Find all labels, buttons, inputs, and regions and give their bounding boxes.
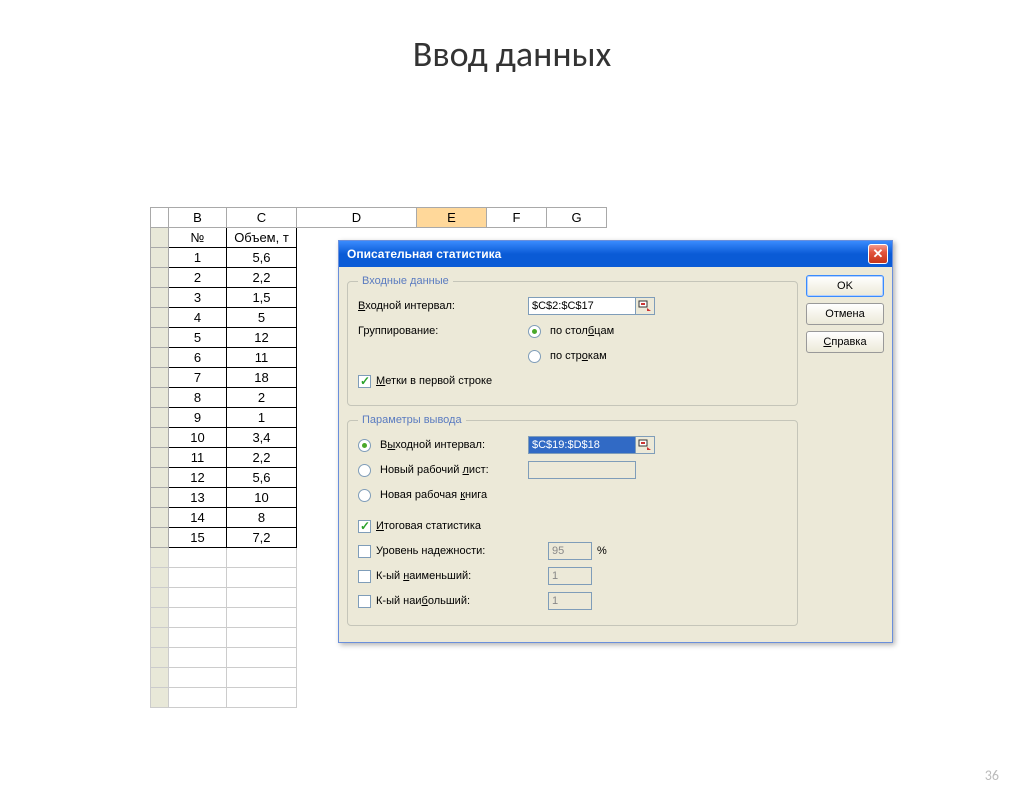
grouping-label: Группирование:: [358, 325, 528, 337]
cell-C[interactable]: 12: [227, 328, 297, 348]
kth-largest-field: [548, 592, 592, 610]
cell-B[interactable]: 9: [169, 408, 227, 428]
cell-B[interactable]: 7: [169, 368, 227, 388]
cell-B[interactable]: 14: [169, 508, 227, 528]
cell-C[interactable]: 8: [227, 508, 297, 528]
input-range-label: Входной интервал:: [358, 300, 528, 312]
cell-B[interactable]: 10: [169, 428, 227, 448]
confidence-field: [548, 542, 592, 560]
confidence-unit: %: [597, 545, 607, 557]
by-columns-label: по столбцам: [550, 325, 614, 337]
cell-C[interactable]: 1: [227, 408, 297, 428]
cell-C[interactable]: 5,6: [227, 248, 297, 268]
range-picker-icon: [638, 439, 652, 451]
labels-first-row-checkbox[interactable]: [358, 375, 371, 388]
cell-C[interactable]: 2,2: [227, 448, 297, 468]
output-group-legend: Параметры вывода: [358, 414, 466, 426]
cell-B[interactable]: 1: [169, 248, 227, 268]
output-range-picker-button[interactable]: [635, 436, 655, 454]
output-range-field[interactable]: [528, 436, 636, 454]
input-group-legend: Входные данные: [358, 275, 453, 287]
header-B[interactable]: №: [169, 228, 227, 248]
kth-smallest-label: К-ый наименьший:: [376, 570, 471, 582]
cell-C[interactable]: 11: [227, 348, 297, 368]
labels-first-row-label: Метки в первой строке: [376, 375, 492, 387]
summary-stats-checkbox[interactable]: [358, 520, 371, 533]
kth-largest-label: К-ый наибольший:: [376, 595, 470, 607]
new-workbook-label: Новая рабочая книга: [380, 489, 487, 501]
confidence-label: Уровень надежности:: [376, 545, 485, 557]
kth-largest-checkbox[interactable]: [358, 595, 371, 608]
cell-B[interactable]: 4: [169, 308, 227, 328]
by-columns-radio[interactable]: [528, 325, 541, 338]
page-number: 36: [985, 767, 999, 784]
confidence-checkbox[interactable]: [358, 545, 371, 558]
output-range-radio[interactable]: [358, 439, 371, 452]
cell-B[interactable]: 11: [169, 448, 227, 468]
kth-smallest-checkbox[interactable]: [358, 570, 371, 583]
cell-B[interactable]: 3: [169, 288, 227, 308]
by-rows-radio[interactable]: [528, 350, 541, 363]
col-header-B[interactable]: B: [169, 208, 227, 228]
input-data-group: Входные данные Входной интервал: Группир…: [347, 275, 798, 406]
cell-C[interactable]: 1,5: [227, 288, 297, 308]
col-header-D[interactable]: D: [297, 208, 417, 228]
ok-button[interactable]: OK: [806, 275, 884, 297]
cell-B[interactable]: 2: [169, 268, 227, 288]
help-button[interactable]: Справка: [806, 331, 884, 353]
col-header-E[interactable]: E: [417, 208, 487, 228]
descriptive-statistics-dialog: Описательная статистика ✕ Входные данные…: [338, 240, 893, 643]
summary-stats-label: Итоговая статистика: [376, 520, 481, 532]
slide-title: Ввод данных: [0, 32, 1024, 76]
close-button[interactable]: ✕: [868, 244, 888, 264]
header-C[interactable]: Объем, т: [227, 228, 297, 248]
range-picker-icon: [638, 300, 652, 312]
dialog-titlebar[interactable]: Описательная статистика ✕: [339, 241, 892, 267]
cell-C[interactable]: 5,6: [227, 468, 297, 488]
input-range-picker-button[interactable]: [635, 297, 655, 315]
cancel-button[interactable]: Отмена: [806, 303, 884, 325]
col-header-G[interactable]: G: [547, 208, 607, 228]
cell-C[interactable]: 3,4: [227, 428, 297, 448]
kth-smallest-field: [548, 567, 592, 585]
column-headers-row: B C D E F G: [151, 208, 607, 228]
cell-B[interactable]: 8: [169, 388, 227, 408]
new-worksheet-label: Новый рабочий лист:: [380, 464, 489, 476]
new-workbook-radio[interactable]: [358, 489, 371, 502]
output-range-label: Выходной интервал:: [380, 439, 485, 451]
new-worksheet-radio[interactable]: [358, 464, 371, 477]
cell-C[interactable]: 7,2: [227, 528, 297, 548]
input-range-field[interactable]: [528, 297, 636, 315]
cell-B[interactable]: 5: [169, 328, 227, 348]
output-options-group: Параметры вывода Выходной интервал: Новы…: [347, 414, 798, 626]
cell-C[interactable]: 2,2: [227, 268, 297, 288]
cell-C[interactable]: 18: [227, 368, 297, 388]
cell-B[interactable]: 15: [169, 528, 227, 548]
cell-B[interactable]: 6: [169, 348, 227, 368]
close-icon: ✕: [873, 246, 884, 262]
cell-B[interactable]: 13: [169, 488, 227, 508]
col-header-C[interactable]: C: [227, 208, 297, 228]
cell-C[interactable]: 10: [227, 488, 297, 508]
col-header-F[interactable]: F: [487, 208, 547, 228]
by-rows-label: по строкам: [550, 350, 607, 362]
cell-C[interactable]: 2: [227, 388, 297, 408]
new-worksheet-field: [528, 461, 636, 479]
cell-C[interactable]: 5: [227, 308, 297, 328]
dialog-title: Описательная статистика: [347, 247, 868, 261]
cell-B[interactable]: 12: [169, 468, 227, 488]
